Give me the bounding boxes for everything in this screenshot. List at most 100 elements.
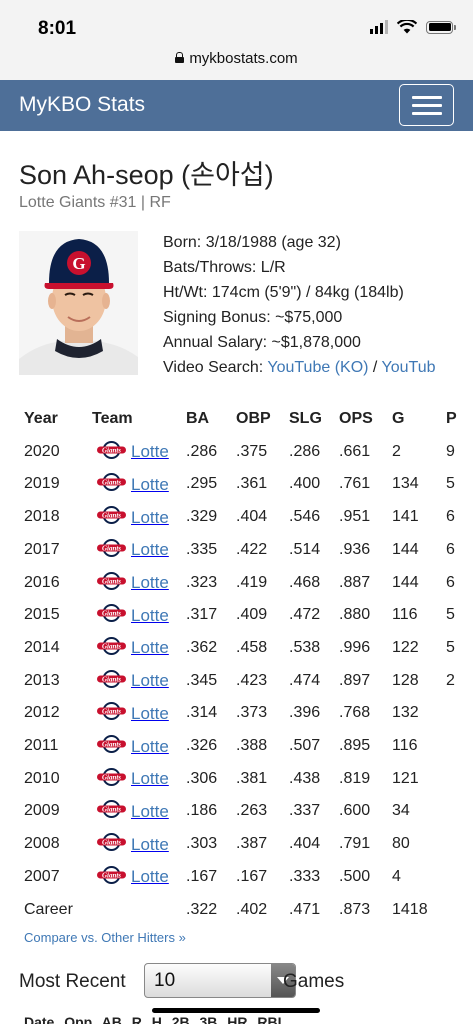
cell-year: 2017 [24, 540, 60, 558]
cell-obp: .263 [236, 802, 268, 820]
hamburger-icon [412, 96, 442, 99]
svg-text:Giants: Giants [102, 446, 121, 454]
site-navbar: MyKBO Stats [0, 80, 473, 131]
cell-ops: .887 [339, 573, 371, 591]
cell-ops: .791 [339, 835, 371, 853]
games-count-value: 10 [154, 970, 176, 991]
svg-text:Giants: Giants [102, 773, 121, 781]
cell-extra: 5 [446, 606, 455, 624]
url-text: mykbostats.com [189, 50, 298, 67]
header-ba[interactable]: BA [186, 410, 209, 428]
svg-text:G: G [72, 254, 85, 273]
header-obp[interactable]: OBP [236, 410, 271, 428]
cell-obp: .375 [236, 442, 268, 460]
giants-logo-icon: Giants [96, 538, 127, 563]
cell-slg: .396 [289, 704, 321, 722]
site-brand[interactable]: MyKBO Stats [19, 93, 145, 117]
team-link[interactable]: Giants Lotte [96, 538, 169, 563]
hamburger-icon [412, 112, 442, 115]
cell-games: 132 [392, 704, 419, 722]
cell-games: 141 [392, 508, 419, 526]
cell-ops: .600 [339, 802, 371, 820]
status-time: 8:01 [38, 18, 77, 39]
team-link[interactable]: Giants Lotte [96, 701, 169, 726]
bio-signing-bonus: Signing Bonus: ~$75,000 [163, 309, 343, 326]
cell-year: 2013 [24, 671, 60, 689]
table-row: 2020 .286 .375 .286 .661 2 9 Giants Lotte [24, 435, 473, 467]
team-name: Lotte [131, 573, 169, 592]
giants-logo-icon: Giants [96, 636, 127, 661]
table-row: 2013 .345 .423 .474 .897 128 2 Giants Lotte [24, 664, 473, 696]
team-link[interactable]: Giants Lotte [96, 832, 169, 857]
team-link[interactable]: Giants Lotte [96, 734, 169, 759]
team-link[interactable]: Giants Lotte [96, 603, 169, 628]
home-indicator[interactable] [152, 1008, 320, 1013]
youtube-ko-link[interactable]: YouTube (KO) [267, 359, 368, 376]
cell-extra: 5 [446, 475, 455, 493]
team-link[interactable]: Giants Lotte [96, 505, 169, 530]
cell-ops: .951 [339, 508, 371, 526]
cell-extra: 6 [446, 508, 455, 526]
cell-slg: .472 [289, 606, 321, 624]
cell-games: 4 [392, 867, 401, 885]
header-team[interactable]: Team [92, 410, 133, 428]
cell-slg: .333 [289, 867, 321, 885]
team-link[interactable]: Giants Lotte [96, 440, 169, 465]
cell-obp: .409 [236, 606, 268, 624]
giants-logo-icon: Giants [96, 734, 127, 759]
header-games[interactable]: G [392, 410, 404, 428]
team-link[interactable]: Giants Lotte [96, 571, 169, 596]
cell-games: 144 [392, 540, 419, 558]
bio-video-search: Video Search: YouTube (KO) / YouTub [163, 355, 436, 380]
cell-games: 1418 [392, 900, 428, 918]
table-row: 2019 .295 .361 .400 .761 134 5 Giants Lotte [24, 467, 473, 499]
table-row: 2015 .317 .409 .472 .880 116 5 Giants Lotte [24, 598, 473, 630]
giants-logo-icon: Giants [96, 603, 127, 628]
team-name: Lotte [131, 703, 169, 723]
cell-obp: .388 [236, 737, 268, 754]
player-subtitle: Lotte Giants #31 | RF [19, 194, 171, 211]
team-link[interactable]: Giants Lotte [96, 767, 169, 792]
cell-ops: .996 [339, 638, 371, 656]
header-extra[interactable]: P [446, 410, 457, 428]
most-recent-label: Most Recent [19, 971, 126, 992]
team-link[interactable]: Giants Lotte [96, 799, 169, 824]
team-name: Lotte [131, 507, 169, 527]
cell-ba: .286 [186, 442, 218, 460]
cell-obp: .387 [236, 835, 268, 853]
cell-slg: .438 [289, 769, 321, 787]
team-link[interactable]: Giants Lotte [96, 865, 169, 890]
games-count-select[interactable]: 10 [144, 963, 296, 998]
cell-slg: .538 [289, 638, 321, 656]
svg-text:Giants: Giants [102, 708, 121, 716]
most-recent-games: Most Recent 10 Games [19, 963, 473, 999]
browser-chrome: 8:01 mykbostats.com [0, 0, 473, 80]
stats-table: Year Team BA OBP SLG OPS G P 2020 .286 .37… [24, 402, 473, 927]
menu-toggle-button[interactable] [399, 84, 454, 126]
header-ops[interactable]: OPS [339, 410, 373, 428]
team-link[interactable]: Giants Lotte [96, 669, 169, 694]
cell-ba: .362 [186, 638, 218, 656]
compare-hitters-link[interactable]: Compare vs. Other Hitters » [24, 930, 186, 945]
header-slg[interactable]: SLG [289, 410, 322, 428]
cell-obp: .361 [236, 475, 268, 493]
giants-logo-icon: Giants [96, 832, 127, 857]
games-label: Games [283, 971, 345, 992]
cell-slg: .474 [289, 671, 321, 689]
cell-games: 134 [392, 475, 419, 493]
cell-ba: .335 [186, 540, 218, 558]
cell-year: Career [24, 900, 73, 918]
team-link[interactable]: Giants Lotte [96, 472, 169, 497]
cell-ba: .323 [186, 573, 218, 591]
header-year[interactable]: Year [24, 410, 58, 428]
youtube-en-link[interactable]: YouTub [382, 359, 436, 376]
address-bar[interactable]: mykbostats.com [0, 50, 473, 67]
team-link[interactable]: Giants Lotte [96, 636, 169, 661]
cell-extra: 9 [446, 442, 455, 460]
cell-ba: .329 [186, 508, 218, 526]
cell-slg: .514 [289, 540, 321, 558]
cell-games: 2 [392, 442, 401, 460]
cell-obp: .404 [236, 508, 268, 526]
cell-slg: .546 [289, 508, 321, 526]
table-row: 2016 .323 .419 .468 .887 144 6 Giants Lotte [24, 566, 473, 598]
